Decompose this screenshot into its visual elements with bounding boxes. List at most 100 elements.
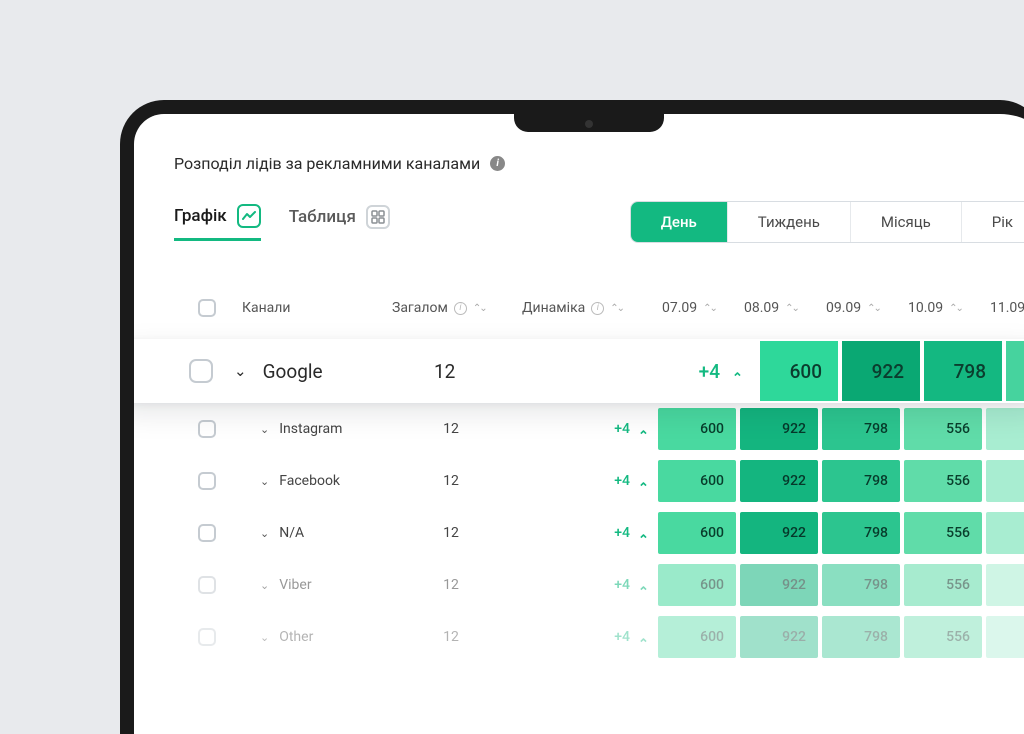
chevron-down-icon[interactable]: ⌄ — [234, 362, 247, 380]
info-icon[interactable]: i — [454, 302, 467, 315]
heat-value: 922 — [782, 629, 806, 645]
info-icon[interactable]: i — [591, 302, 604, 315]
heat-value: 922 — [782, 421, 806, 437]
date-label: 11.09 — [990, 300, 1024, 316]
period-day[interactable]: День — [631, 202, 727, 242]
chevron-down-icon[interactable]: ⌄ — [260, 631, 269, 644]
grid-icon — [366, 205, 390, 229]
row-checkbox[interactable] — [189, 359, 213, 383]
channel-name: Instagram — [279, 421, 342, 437]
heat-value: 798 — [864, 629, 888, 645]
tab-chart-label: Графік — [174, 206, 227, 226]
heat-value: 798 — [864, 473, 888, 489]
heat-cell: 922 — [740, 564, 818, 606]
heat-cell: 798 — [924, 341, 1002, 401]
page-title-row: Розподіл лідів за рекламними каналами i — [174, 154, 1024, 173]
table-row[interactable]: ⌄N/A12+4⌃600922798556185130 — [178, 507, 1024, 559]
total-value: 12 — [443, 421, 459, 437]
table-row[interactable]: ⌄Facebook12+4⌃600922798556185130 — [178, 455, 1024, 507]
col-channels[interactable]: Канали — [236, 300, 386, 316]
heat-cell: 185 — [986, 512, 1024, 554]
total-value: 12 — [443, 525, 459, 541]
col-date-2[interactable]: 09.09⌃⌄ — [820, 300, 902, 316]
period-month[interactable]: Місяць — [850, 202, 961, 242]
row-checkbox[interactable] — [198, 628, 216, 646]
page-title: Розподіл лідів за рекламними каналами — [174, 154, 480, 173]
heat-cell: 600 — [760, 341, 838, 401]
tab-table[interactable]: Таблиця — [289, 205, 390, 239]
heat-value: 556 — [946, 577, 970, 593]
heat-cell: 556 — [904, 616, 982, 658]
heat-value: 556 — [946, 421, 970, 437]
table-row[interactable]: ⌄Instagram12+4⌃600922798556185130 — [178, 403, 1024, 455]
date-label: 07.09 — [662, 300, 697, 316]
row-checkbox[interactable] — [198, 576, 216, 594]
col-date-0[interactable]: 07.09⌃⌄ — [656, 300, 738, 316]
chevron-down-icon[interactable]: ⌄ — [260, 527, 269, 540]
col-total[interactable]: Загалом i ⌃⌄ — [386, 300, 516, 316]
heat-value: 556 — [946, 629, 970, 645]
heat-value: 600 — [700, 473, 724, 489]
info-icon[interactable]: i — [490, 156, 505, 171]
heat-cell: 185 — [986, 564, 1024, 606]
heat-value: 798 — [864, 421, 888, 437]
row-checkbox[interactable] — [198, 420, 216, 438]
period-year[interactable]: Рік — [961, 202, 1024, 242]
chevron-down-icon[interactable]: ⌄ — [260, 579, 269, 592]
sort-icon: ⌃⌄ — [473, 303, 486, 314]
heat-cell: 185 — [986, 460, 1024, 502]
col-dynamics-label: Динаміка — [522, 300, 585, 316]
chevron-down-icon[interactable]: ⌄ — [260, 423, 269, 436]
heat-value: 922 — [782, 577, 806, 593]
heat-cell: 798 — [822, 512, 900, 554]
heat-cell: 556 — [904, 512, 982, 554]
heat-cell: 600 — [658, 408, 736, 450]
row-checkbox[interactable] — [198, 472, 216, 490]
total-value: 12 — [443, 629, 459, 645]
heat-cell: 922 — [740, 512, 818, 554]
chart-line-icon — [237, 204, 261, 228]
col-date-4[interactable]: 11.09⌃⌄ — [984, 300, 1024, 316]
highlighted-row-google[interactable]: ⌄ Google 12 +4 ⌃ 600 922 798 5 — [134, 339, 1024, 403]
chevron-down-icon[interactable]: ⌄ — [260, 475, 269, 488]
channel-name: N/A — [279, 525, 304, 541]
heat-value: 600 — [700, 629, 724, 645]
channel-name: Other — [279, 629, 313, 645]
device-frame: Розподіл лідів за рекламними каналами i … — [120, 100, 1024, 734]
heat-cell: 556 — [904, 460, 982, 502]
heat-cell: 922 — [740, 460, 818, 502]
heat-cell: 185 — [986, 616, 1024, 658]
table-row[interactable]: ⌄Other12+4⌃600922798556185130 — [178, 611, 1024, 663]
total-value: 12 — [434, 360, 455, 383]
period-week[interactable]: Тиждень — [727, 202, 850, 242]
select-all-header — [178, 299, 236, 317]
period-segmented: День Тиждень Місяць Рік — [630, 201, 1024, 243]
heat-cell: 185 — [986, 408, 1024, 450]
select-all-checkbox[interactable] — [198, 299, 216, 317]
tab-chart[interactable]: Графік — [174, 204, 261, 241]
heat-cell: 798 — [822, 564, 900, 606]
heat-cell: 5 — [1006, 341, 1024, 401]
heat-cell: 600 — [658, 460, 736, 502]
table-row[interactable]: ⌄Viber12+4⌃600922798556185130 — [178, 559, 1024, 611]
row-checkbox[interactable] — [198, 524, 216, 542]
heat-cell: 798 — [822, 460, 900, 502]
heat-cell: 556 — [904, 408, 982, 450]
dynamics-value: +4 — [614, 525, 630, 541]
heat-value: 798 — [864, 525, 888, 541]
toolbar-row: Графік Таблиця День Тиждень Місяць Рік — [174, 201, 1024, 243]
heat-cell: 922 — [842, 341, 920, 401]
table: Канали Загалом i ⌃⌄ Динаміка i ⌃⌄ 07.09⌃… — [174, 299, 1024, 663]
heat-cell: 922 — [740, 408, 818, 450]
heat-value: 600 — [700, 421, 724, 437]
heat-value: 922 — [782, 525, 806, 541]
col-date-3[interactable]: 10.09⌃⌄ — [902, 300, 984, 316]
app-screen: Розподіл лідів за рекламними каналами i … — [134, 114, 1024, 734]
heat-value: 798 — [864, 577, 888, 593]
sort-icon: ⌃⌄ — [610, 303, 623, 314]
heat-cell: 798 — [822, 616, 900, 658]
heat-value: 556 — [946, 473, 970, 489]
heat-value: 922 — [872, 360, 904, 383]
col-date-1[interactable]: 08.09⌃⌄ — [738, 300, 820, 316]
col-dynamics[interactable]: Динаміка i ⌃⌄ — [516, 300, 656, 316]
